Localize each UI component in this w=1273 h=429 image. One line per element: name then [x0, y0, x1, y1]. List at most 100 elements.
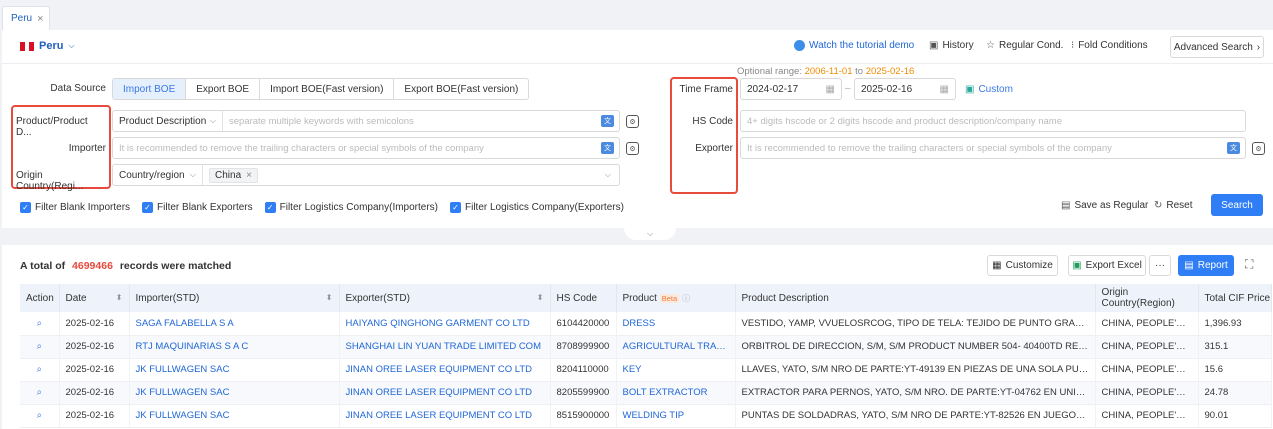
sort-icon[interactable]: ⬍	[326, 293, 333, 302]
filter-logistics-importers-checkbox[interactable]: ✓ Filter Logistics Company(Importers)	[264, 202, 438, 213]
history-icon: ▣	[929, 40, 939, 51]
cell-hs-code: 8205599900	[550, 381, 617, 405]
product-label: Product/Product D...	[16, 116, 88, 138]
results-prefix: A total of	[20, 260, 66, 272]
reset-icon: ↻	[1154, 200, 1163, 211]
search-icon[interactable]: ⌕	[20, 312, 60, 336]
start-date-value: 2024-02-17	[747, 83, 799, 95]
close-icon[interactable]: ×	[246, 170, 252, 181]
cell-product[interactable]: DRESS	[616, 312, 736, 336]
origin-input[interactable]: Country/region ⌵ China × ⌵	[112, 164, 620, 186]
history-button[interactable]: ▣ History	[929, 40, 974, 51]
data-source-label: Data Source	[50, 83, 106, 94]
custom-link[interactable]: ▣ Custom	[965, 84, 1013, 95]
save-regular-label: Save as Regular	[1074, 200, 1149, 211]
reset-button[interactable]: ↻ Reset	[1154, 200, 1193, 211]
filter-blank-exporters-checkbox[interactable]: ✓ Filter Blank Exporters	[142, 202, 253, 213]
translate-icon[interactable]: 文	[601, 142, 614, 154]
col-product-label: Product	[622, 292, 657, 304]
table-row[interactable]: ⌕ 2025-02-16 SAGA FALABELLA S A HAIYANG QIN…	[20, 312, 1272, 336]
table-row[interactable]: ⌕ 2025-02-16 JK FULLWAGEN SAC JINAN OREE LA…	[20, 381, 1272, 405]
cell-exporter[interactable]: JINAN OREE LASER EQUIPMENT CO LTD	[339, 358, 551, 382]
tab-peru[interactable]: Peru ×	[2, 6, 50, 30]
gear-icon[interactable]: ⚙	[1252, 142, 1265, 155]
range-start: 2006-11-01	[804, 66, 853, 77]
close-icon[interactable]: ×	[37, 13, 43, 25]
search-icon[interactable]: ⌕	[20, 381, 60, 405]
collapse-toggle[interactable]: ⌵	[624, 228, 676, 240]
cell-description: ORBITROL DE DIRECCION, S/M, S/M PRODUCT …	[735, 335, 1096, 359]
customize-button[interactable]: ▦ Customize	[987, 255, 1058, 276]
results-table: Action Date ⬍ Importer(STD) ⬍ Exporter(STD…	[20, 284, 1272, 428]
gear-icon[interactable]: ⚙	[626, 142, 639, 155]
export-excel-button[interactable]: ▣ Export Excel	[1068, 255, 1146, 276]
filter-blank-importers-checkbox[interactable]: ✓ Filter Blank Importers	[20, 202, 130, 213]
results-table-wrapper: Action Date ⬍ Importer(STD) ⬍ Exporter(STD…	[20, 284, 1272, 428]
col-exporter[interactable]: Exporter(STD) ⬍	[339, 284, 551, 312]
data-source-import-boe-fast[interactable]: Import BOE(Fast version)	[260, 79, 395, 99]
cell-exporter[interactable]: JINAN OREE LASER EQUIPMENT CO LTD	[339, 404, 551, 428]
sort-icon[interactable]: ⬍	[116, 293, 123, 302]
cell-origin: CHINA, PEOPLE'S REP	[1095, 312, 1199, 336]
cell-product[interactable]: WELDING TIP	[616, 404, 736, 428]
start-date-input[interactable]: 2024-02-17 ▦	[740, 78, 842, 100]
fold-conditions-button[interactable]: ⁝ Fold Conditions	[1071, 40, 1148, 51]
more-button[interactable]: ···	[1149, 255, 1171, 276]
col-date[interactable]: Date ⬍	[59, 284, 130, 312]
cell-importer[interactable]: SAGA FALABELLA S A	[129, 312, 340, 336]
cell-importer[interactable]: JK FULLWAGEN SAC	[129, 404, 340, 428]
filter-logistics-exporters-checkbox[interactable]: ✓ Filter Logistics Company(Exporters)	[450, 202, 624, 213]
cell-product[interactable]: BOLT EXTRACTOR	[616, 381, 736, 405]
save-regular-button[interactable]: ▤ Save as Regular	[1061, 200, 1148, 211]
country-selector[interactable]: Peru ⌵	[20, 40, 75, 52]
data-source-import-boe[interactable]: Import BOE	[113, 79, 187, 99]
cell-importer[interactable]: JK FULLWAGEN SAC	[129, 381, 340, 405]
filter-label: Filter Blank Exporters	[157, 202, 253, 213]
data-source-export-boe-fast[interactable]: Export BOE(Fast version)	[394, 79, 528, 99]
exporter-input[interactable]: It is recommended to remove the trailing…	[740, 137, 1246, 159]
table-row[interactable]: ⌕ 2025-02-16 JK FULLWAGEN SAC JINAN OREE LA…	[20, 404, 1272, 428]
importer-input[interactable]: It is recommended to remove the trailing…	[112, 137, 620, 159]
origin-type-select[interactable]: Country/region ⌵	[113, 165, 203, 185]
regular-cond-button[interactable]: ☆ Regular Cond.	[986, 40, 1063, 51]
cell-exporter[interactable]: JINAN OREE LASER EQUIPMENT CO LTD	[339, 381, 551, 405]
col-action: Action	[20, 284, 60, 312]
tab-bar: Peru ×	[0, 0, 1273, 30]
product-input[interactable]: Product Description ⌵ separate multiple …	[112, 110, 620, 132]
search-icon[interactable]: ⌕	[20, 335, 60, 359]
col-importer[interactable]: Importer(STD) ⬍	[129, 284, 340, 312]
tutorial-link[interactable]: Watch the tutorial demo	[794, 40, 914, 51]
table-row[interactable]: ⌕ 2025-02-16 RTJ MAQUINARIAS S A C SHANGHAI…	[20, 335, 1272, 359]
cell-product[interactable]: KEY	[616, 358, 736, 382]
info-icon[interactable]: ⓘ	[682, 294, 690, 303]
cell-exporter[interactable]: SHANGHAI LIN YUAN TRADE LIMITED COM	[339, 335, 551, 359]
advanced-search-button[interactable]: Advanced Search ›	[1170, 36, 1264, 58]
gear-icon[interactable]: ⚙	[626, 115, 639, 128]
search-button[interactable]: Search	[1211, 194, 1263, 216]
cell-importer[interactable]: RTJ MAQUINARIAS S A C	[129, 335, 340, 359]
search-icon[interactable]: ⌕	[20, 404, 60, 428]
cell-cif: 24.78	[1198, 381, 1272, 405]
end-date-value: 2025-02-16	[861, 83, 913, 95]
regular-cond-label: Regular Cond.	[998, 40, 1064, 51]
product-type-select[interactable]: Product Description ⌵	[113, 111, 223, 131]
expand-icon[interactable]: ⛶	[1245, 257, 1253, 272]
end-date-input[interactable]: 2025-02-16 ▦	[854, 78, 956, 100]
report-button[interactable]: ▤ Report	[1178, 255, 1234, 276]
cell-product[interactable]: AGRICULTURAL TRACTOR	[616, 335, 736, 359]
sort-icon[interactable]: ⬍	[537, 293, 544, 302]
cell-exporter[interactable]: HAIYANG QINGHONG GARMENT CO LTD	[339, 312, 551, 336]
table-row[interactable]: ⌕ 2025-02-16 JK FULLWAGEN SAC JINAN OREE LA…	[20, 358, 1272, 382]
col-origin: Origin Country(Region)	[1095, 284, 1199, 312]
chevron-down-icon[interactable]: ⌵	[605, 170, 611, 180]
search-icon[interactable]: ⌕	[20, 358, 60, 382]
cell-importer[interactable]: JK FULLWAGEN SAC	[129, 358, 340, 382]
results-count: 4699466	[72, 260, 113, 272]
data-source-export-boe[interactable]: Export BOE	[186, 79, 261, 99]
filter-label: Filter Logistics Company(Exporters)	[465, 202, 624, 213]
col-importer-label: Importer(STD)	[135, 292, 200, 304]
cell-date: 2025-02-16	[59, 381, 130, 405]
translate-icon[interactable]: 文	[1227, 142, 1240, 154]
translate-icon[interactable]: 文	[601, 115, 614, 127]
hs-code-input[interactable]: 4+ digits hscode or 2 digits hscode and …	[740, 110, 1246, 132]
